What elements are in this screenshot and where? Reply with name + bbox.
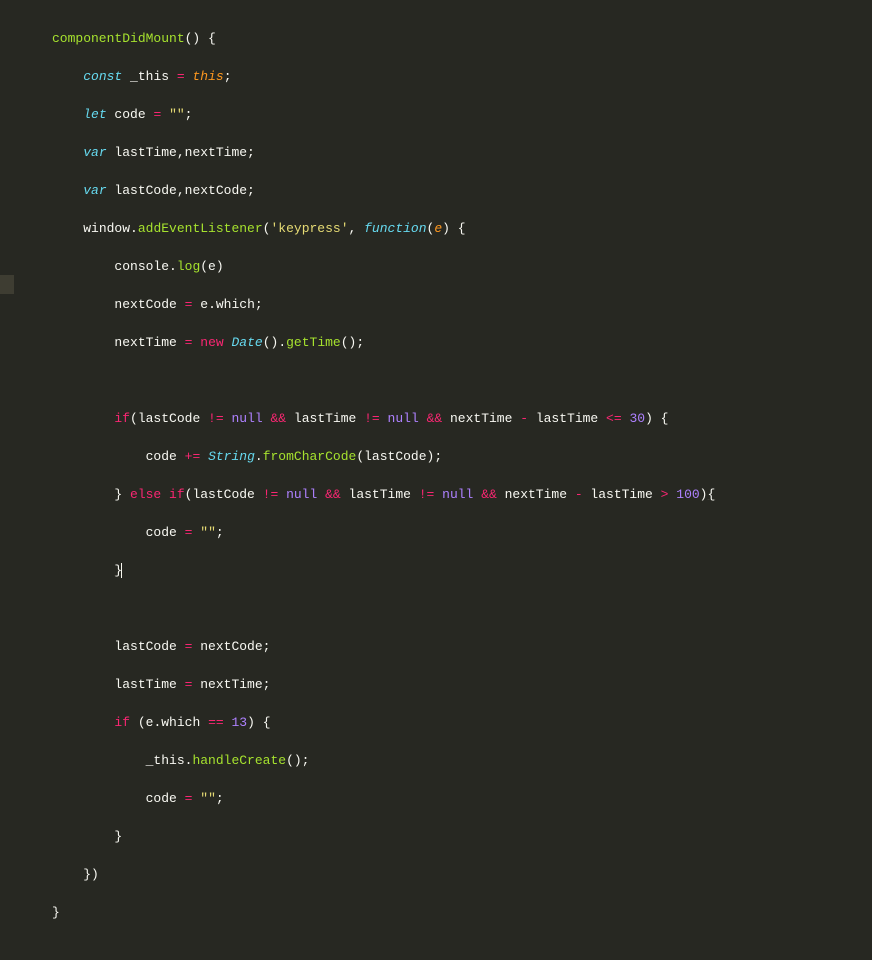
code-line: }) <box>52 865 872 884</box>
code-line: } else if(lastCode != null && lastTime !… <box>52 485 872 504</box>
code-line: code += String.fromCharCode(lastCode); <box>52 447 872 466</box>
code-line: var lastTime,nextTime; <box>52 143 872 162</box>
code-line: lastTime = nextTime; <box>52 675 872 694</box>
code-line: lastCode = nextCode; <box>52 637 872 656</box>
code-line: if(lastCode != null && lastTime != null … <box>52 409 872 428</box>
code-line <box>52 599 872 618</box>
code-line: } <box>52 561 872 580</box>
code-line: console.log(e) <box>52 257 872 276</box>
code-line: var lastCode,nextCode; <box>52 181 872 200</box>
gutter-highlight <box>0 275 14 294</box>
code-line: if (e.which == 13) { <box>52 713 872 732</box>
code-line: componentDidMount() { <box>52 29 872 48</box>
code-line: code = ""; <box>52 523 872 542</box>
code-line: } <box>52 903 872 922</box>
code-line: code = ""; <box>52 789 872 808</box>
code-content[interactable]: componentDidMount() { const _this = this… <box>16 0 872 500</box>
code-line: nextTime = new Date().getTime(); <box>52 333 872 352</box>
code-line: let code = ""; <box>52 105 872 124</box>
code-editor[interactable]: componentDidMount() { const _this = this… <box>0 0 872 500</box>
text-cursor <box>121 563 122 578</box>
code-line: const _this = this; <box>52 67 872 86</box>
editor-gutter <box>0 0 16 500</box>
code-line: window.addEventListener('keypress', func… <box>52 219 872 238</box>
code-line: nextCode = e.which; <box>52 295 872 314</box>
code-line: _this.handleCreate(); <box>52 751 872 770</box>
code-line <box>52 371 872 390</box>
code-line: } <box>52 827 872 846</box>
